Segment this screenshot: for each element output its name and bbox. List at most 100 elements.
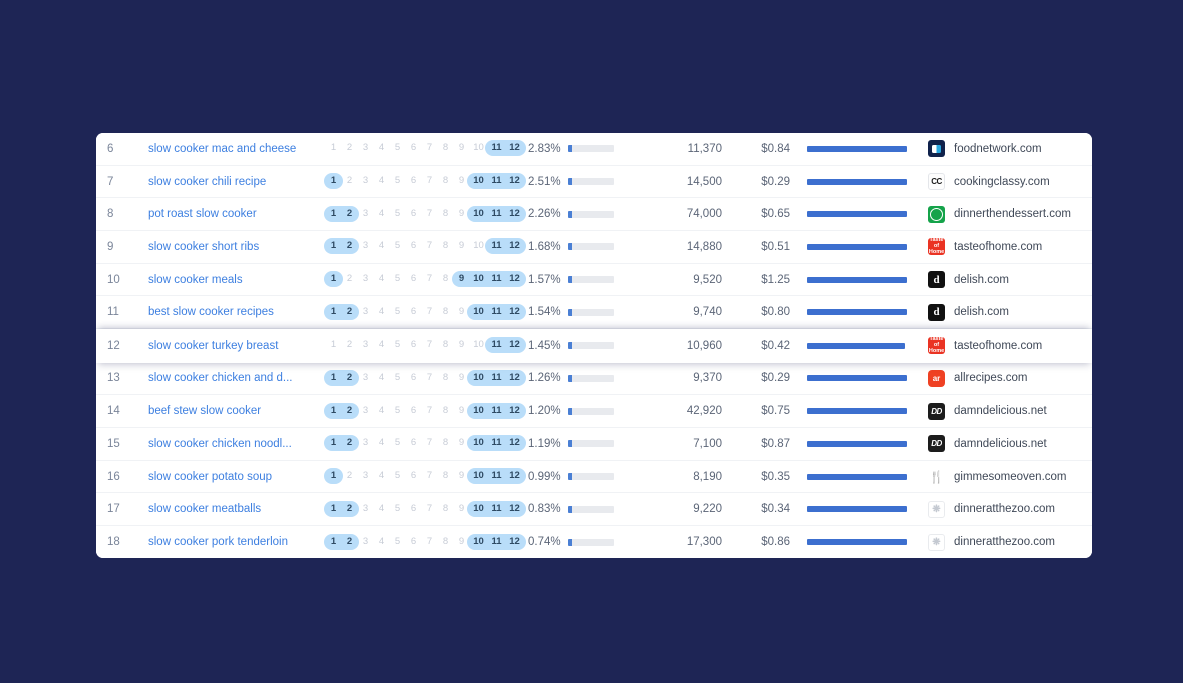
month-seasonality-strip[interactable]: 1 2 3 4 5 6 7 8 9 10 11 12 xyxy=(324,173,526,190)
site-domain[interactable]: damndelicious.net xyxy=(954,405,1047,417)
keyword-link[interactable]: slow cooker potato soup xyxy=(148,471,328,483)
table-row[interactable]: 6 slow cooker mac and cheese 1 2 3 4 5 6 7 8 9 10 11… xyxy=(96,133,1092,166)
month-number: 5 xyxy=(394,502,401,514)
month-number: 7 xyxy=(426,470,433,482)
keyword-link[interactable]: slow cooker mac and cheese xyxy=(148,143,328,155)
percent-mini-bar xyxy=(567,407,614,415)
month-number: 2 xyxy=(346,437,353,449)
site-domain[interactable]: damndelicious.net xyxy=(954,438,1047,450)
month-number: 6 xyxy=(410,535,417,547)
row-index: 18 xyxy=(107,536,120,549)
month-seasonality-strip[interactable]: 1 2 3 4 5 6 7 8 9 10 11 12 xyxy=(328,140,526,157)
keyword-link[interactable]: slow cooker chili recipe xyxy=(148,176,328,188)
search-volume: 8,190 xyxy=(693,470,722,483)
keyword-link[interactable]: beef stew slow cooker xyxy=(148,405,328,417)
site-domain[interactable]: dinneratthezoo.com xyxy=(954,536,1055,548)
month-seasonality-strip[interactable]: 1 2 3 4 5 6 7 8 9 10 11 12 xyxy=(324,500,526,517)
month-number: 9 xyxy=(458,404,465,416)
month-seasonality-strip[interactable]: 1 2 3 4 5 6 7 8 9 10 11 12 xyxy=(324,369,526,386)
row-index: 8 xyxy=(107,208,114,221)
month-number: 5 xyxy=(394,305,401,317)
table-row[interactable]: 13 slow cooker chicken and d... 1 2 3 4 5 6 7 8 9 1… xyxy=(96,362,1092,396)
month-number: 2 xyxy=(346,240,353,252)
month-seasonality-strip[interactable]: 1 2 3 4 5 6 7 8 9 10 11 12 xyxy=(324,468,526,485)
month-seasonality-strip[interactable]: 1 2 3 4 5 6 7 8 9 10 11 12 xyxy=(324,533,526,550)
month-number: 4 xyxy=(378,305,385,317)
table-row[interactable]: 8 pot roast slow cooker 1 2 3 4 5 6 7 8 9 10 11 12 2.2… xyxy=(96,198,1092,232)
site-domain[interactable]: delish.com xyxy=(954,274,1009,286)
site-domain[interactable]: foodnetwork.com xyxy=(954,143,1042,155)
month-number: 9 xyxy=(458,273,465,285)
keyword-link[interactable]: pot roast slow cooker xyxy=(148,208,328,220)
table-row[interactable]: 17 slow cooker meatballs 1 2 3 4 5 6 7 8 9 10 11 12 0.… xyxy=(96,493,1092,527)
month-number: 11 xyxy=(491,371,502,383)
month-seasonality-strip[interactable]: 1 2 3 4 5 6 7 8 9 10 11 12 xyxy=(328,337,526,354)
percent-value: 1.54% xyxy=(528,306,561,319)
percent-value: 2.83% xyxy=(528,142,561,155)
keyword-link[interactable]: slow cooker meatballs xyxy=(148,503,328,515)
month-number: 4 xyxy=(378,339,385,351)
site-domain[interactable]: cookingclassy.com xyxy=(954,176,1050,188)
month-seasonality-strip[interactable]: 1 2 3 4 5 6 7 8 9 10 11 12 xyxy=(324,271,526,288)
keyword-table-rows: 6 slow cooker mac and cheese 1 2 3 4 5 6 7 8 9 10 11… xyxy=(96,133,1092,558)
table-row[interactable]: 12 slow cooker turkey breast 1 2 3 4 5 6 7 8 9 10 11… xyxy=(96,329,1092,363)
months-cell: 1 2 3 4 5 6 7 8 9 10 11 12 xyxy=(324,369,528,387)
percent-cell: 1.20% xyxy=(528,405,638,417)
month-number: 1 xyxy=(330,273,337,285)
month-seasonality-strip[interactable]: 1 2 3 4 5 6 7 8 9 10 11 12 xyxy=(324,205,526,222)
months-cell: 1 2 3 4 5 6 7 8 9 10 11 12 xyxy=(324,173,528,190)
keyword-link[interactable]: slow cooker chicken noodl... xyxy=(148,438,328,450)
site-domain[interactable]: dinnerthendessert.com xyxy=(954,208,1071,220)
percent-value: 1.57% xyxy=(528,273,561,286)
keyword-link[interactable]: slow cooker turkey breast xyxy=(148,340,328,352)
site-domain[interactable]: allrecipes.com xyxy=(954,372,1028,384)
keyword-link[interactable]: slow cooker short ribs xyxy=(148,241,328,253)
month-number: 10 xyxy=(473,404,484,416)
months-cell: 1 2 3 4 5 6 7 8 9 10 11 12 xyxy=(324,402,528,420)
keyword-link[interactable]: best slow cooker recipes xyxy=(148,306,328,318)
month-number: 6 xyxy=(410,207,417,219)
keyword-link[interactable]: slow cooker chicken and d... xyxy=(148,372,328,384)
table-row[interactable]: 7 slow cooker chili recipe 1 2 3 4 5 6 7 8 9 10 11 12… xyxy=(96,165,1092,199)
table-row[interactable]: 16 slow cooker potato soup 1 2 3 4 5 6 7 8 9 10 11 12… xyxy=(96,460,1092,494)
table-row[interactable]: 11 best slow cooker recipes 1 2 3 4 5 6 7 8 9 10 11 1… xyxy=(96,296,1092,330)
month-number: 5 xyxy=(394,535,401,547)
month-seasonality-strip[interactable]: 1 2 3 4 5 6 7 8 9 10 11 12 xyxy=(324,238,526,255)
foodnetwork-icon xyxy=(928,140,945,158)
row-index: 11 xyxy=(107,306,119,319)
month-seasonality-strip[interactable]: 1 2 3 4 5 6 7 8 9 10 11 12 xyxy=(324,402,526,419)
month-number: 1 xyxy=(330,404,337,416)
table-row[interactable]: 9 slow cooker short ribs 1 2 3 4 5 6 7 8 9 10 11 12 1.… xyxy=(96,231,1092,264)
keyword-link[interactable]: slow cooker meals xyxy=(148,274,328,286)
site-cell: ❋ dinneratthezoo.com xyxy=(919,533,1092,551)
months-cell: 1 2 3 4 5 6 7 8 9 10 11 12 xyxy=(324,468,528,485)
month-seasonality-strip[interactable]: 1 2 3 4 5 6 7 8 9 10 11 12 xyxy=(324,303,526,320)
table-row[interactable]: 18 slow cooker pork tenderloin 1 2 3 4 5 6 7 8 9 10… xyxy=(96,526,1092,558)
table-row[interactable]: 14 beef stew slow cooker 1 2 3 4 5 6 7 8 9 10 11 12 1.… xyxy=(96,395,1092,428)
percent-value: 1.68% xyxy=(528,240,561,253)
month-number: 5 xyxy=(394,273,401,285)
month-number: 5 xyxy=(394,470,401,482)
trend-bar-cell xyxy=(794,539,919,546)
month-number: 12 xyxy=(509,502,520,514)
month-number: 12 xyxy=(509,437,520,449)
month-number: 2 xyxy=(346,470,353,482)
month-number: 12 xyxy=(509,142,520,154)
percent-value: 1.45% xyxy=(528,339,561,352)
keyword-link[interactable]: slow cooker pork tenderloin xyxy=(148,536,328,548)
site-domain[interactable]: dinneratthezoo.com xyxy=(954,503,1055,515)
search-volume: 7,100 xyxy=(693,437,722,450)
site-domain[interactable]: gimmesomeoven.com xyxy=(954,471,1066,483)
percent-value: 0.83% xyxy=(528,503,561,516)
month-number: 8 xyxy=(442,371,449,383)
month-number: 12 xyxy=(509,535,520,547)
site-domain[interactable]: delish.com xyxy=(954,306,1009,318)
month-number: 1 xyxy=(330,535,337,547)
site-domain[interactable]: tasteofhome.com xyxy=(954,340,1042,352)
table-row[interactable]: 15 slow cooker chicken noodl... 1 2 3 4 5 6 7 8 9 1… xyxy=(96,428,1092,461)
month-number: 11 xyxy=(491,437,502,449)
table-row[interactable]: 10 slow cooker meals 1 2 3 4 5 6 7 8 9 10 11 12 1.57% 9… xyxy=(96,263,1092,297)
site-domain[interactable]: tasteofhome.com xyxy=(954,241,1042,253)
month-seasonality-strip[interactable]: 1 2 3 4 5 6 7 8 9 10 11 12 xyxy=(324,435,526,452)
percent-mini-bar xyxy=(567,440,614,448)
